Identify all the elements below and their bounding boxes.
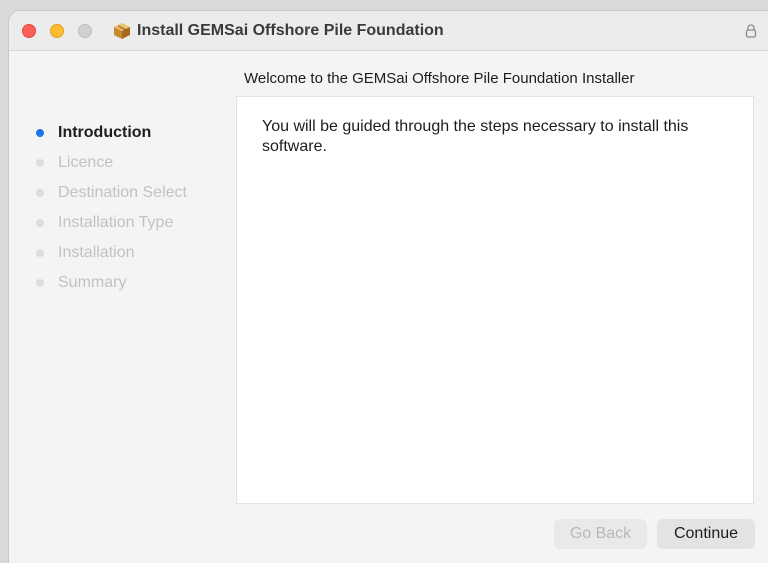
step-introduction: Introduction <box>33 123 187 153</box>
step-label: Destination Select <box>58 184 187 201</box>
page-title: Welcome to the GEMSai Offshore Pile Foun… <box>244 70 635 87</box>
step-licence: Licence <box>33 153 187 183</box>
installer-steps: Introduction Licence Destination Select … <box>33 123 187 303</box>
step-installation: Installation <box>33 243 187 273</box>
step-indicator-dot <box>36 279 44 287</box>
step-indicator-dot <box>36 129 44 137</box>
step-label: Licence <box>58 154 114 171</box>
step-summary: Summary <box>33 273 187 303</box>
step-indicator-dot <box>36 249 44 257</box>
close-button[interactable] <box>22 24 36 38</box>
step-label: Summary <box>58 274 127 291</box>
window-title: Install GEMSai Offshore Pile Foundation <box>137 22 444 39</box>
step-indicator-dot <box>36 219 44 227</box>
minimize-button[interactable] <box>50 24 64 38</box>
step-label: Installation <box>58 244 135 261</box>
content-pane[interactable]: You will be guided through the steps nec… <box>236 96 754 504</box>
lock-icon <box>745 24 757 38</box>
step-indicator-dot <box>36 189 44 197</box>
step-installation-type: Installation Type <box>33 213 187 243</box>
go-back-button[interactable]: Go Back <box>554 519 647 549</box>
step-label: Installation Type <box>58 214 174 231</box>
step-destination-select: Destination Select <box>33 183 187 213</box>
title-bar[interactable]: Install GEMSai Offshore Pile Foundation <box>9 11 768 51</box>
package-icon <box>114 23 130 39</box>
step-indicator-dot <box>36 159 44 167</box>
zoom-button[interactable] <box>78 24 92 38</box>
installer-window: Install GEMSai Offshore Pile Foundation … <box>8 10 768 563</box>
step-label: Introduction <box>58 124 152 141</box>
continue-button[interactable]: Continue <box>657 519 755 549</box>
intro-text: You will be guided through the steps nec… <box>262 118 689 155</box>
